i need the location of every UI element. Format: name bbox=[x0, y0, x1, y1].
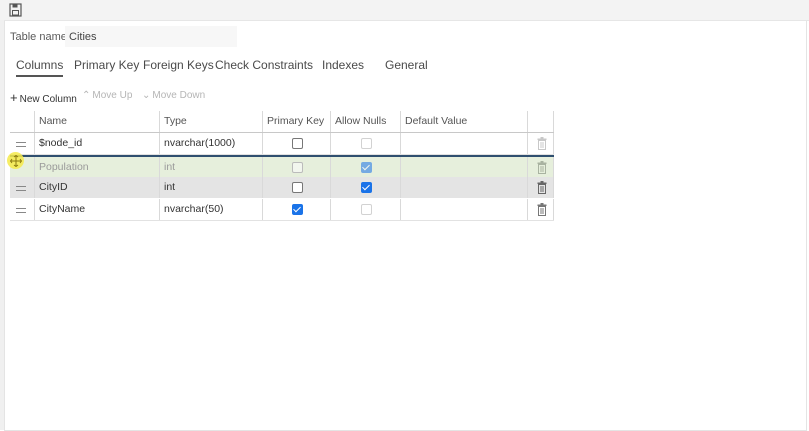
editor-toolbar bbox=[0, 0, 809, 21]
table-name-label: Table name bbox=[10, 31, 67, 43]
trash-icon[interactable] bbox=[537, 181, 547, 194]
trash-icon[interactable] bbox=[537, 203, 547, 216]
primary-key-checkbox[interactable] bbox=[292, 162, 303, 173]
column-type-cell[interactable]: nvarchar(50) bbox=[159, 199, 262, 220]
new-column-button[interactable]: + New Column bbox=[10, 90, 77, 105]
trash-icon[interactable] bbox=[537, 137, 547, 150]
table-row[interactable]: Population int bbox=[10, 155, 554, 178]
table-name-input[interactable] bbox=[65, 26, 237, 47]
trash-icon[interactable] bbox=[537, 161, 547, 174]
save-icon[interactable] bbox=[9, 3, 23, 17]
default-value-cell[interactable] bbox=[400, 133, 527, 154]
table-row[interactable]: $node_id nvarchar(1000) bbox=[10, 133, 554, 155]
column-type-cell[interactable]: nvarchar(1000) bbox=[159, 133, 262, 154]
drag-handle-icon[interactable] bbox=[16, 208, 26, 213]
column-name-cell[interactable]: CityID bbox=[34, 177, 159, 198]
allow-nulls-checkbox[interactable] bbox=[361, 162, 372, 173]
move-cursor-icon bbox=[10, 155, 22, 167]
table-row[interactable]: CityName nvarchar(50) bbox=[10, 199, 554, 221]
allow-nulls-checkbox[interactable] bbox=[361, 204, 372, 215]
header-default-value: Default Value bbox=[405, 115, 468, 127]
header-primary-key: Primary Key bbox=[267, 115, 325, 127]
table-designer-panel bbox=[4, 21, 807, 431]
column-type-cell[interactable]: int bbox=[159, 177, 262, 198]
default-value-cell[interactable] bbox=[400, 157, 527, 178]
chevron-up-icon: ⌃ bbox=[82, 90, 91, 101]
chevron-down-icon: ⌄ bbox=[142, 90, 151, 101]
tab-check-constraints[interactable]: Check Constraints bbox=[215, 58, 313, 72]
new-column-label: New Column bbox=[19, 94, 77, 105]
column-name-cell[interactable]: $node_id bbox=[34, 133, 159, 154]
columns-grid: Name Type Primary Key Allow Nulls Defaul… bbox=[10, 111, 554, 221]
column-name-cell[interactable]: CityName bbox=[34, 199, 159, 220]
drag-handle-icon[interactable] bbox=[16, 186, 26, 191]
table-row[interactable]: CityID int bbox=[10, 177, 554, 198]
plus-icon: + bbox=[10, 90, 18, 105]
move-down-button[interactable]: ⌄ Move Down bbox=[142, 90, 205, 101]
move-up-button[interactable]: ⌃ Move Up bbox=[82, 90, 132, 101]
allow-nulls-checkbox[interactable] bbox=[361, 138, 372, 149]
allow-nulls-checkbox[interactable] bbox=[361, 182, 372, 193]
tab-columns[interactable]: Columns bbox=[16, 58, 64, 77]
move-up-label: Move Up bbox=[92, 90, 133, 101]
tab-primary-key[interactable]: Primary Key bbox=[74, 58, 139, 72]
default-value-cell[interactable] bbox=[400, 199, 527, 220]
grid-header-row: Name Type Primary Key Allow Nulls Defaul… bbox=[10, 111, 554, 133]
tab-indexes[interactable]: Indexes bbox=[322, 58, 364, 72]
header-name: Name bbox=[39, 115, 68, 127]
primary-key-checkbox[interactable] bbox=[292, 182, 303, 193]
default-value-cell[interactable] bbox=[400, 177, 527, 198]
header-allow-nulls: Allow Nulls bbox=[335, 115, 387, 127]
move-down-label: Move Down bbox=[152, 90, 206, 101]
column-name-cell[interactable]: Population bbox=[34, 157, 159, 178]
drag-handle-icon[interactable] bbox=[16, 142, 26, 147]
header-type: Type bbox=[164, 115, 187, 127]
primary-key-checkbox[interactable] bbox=[292, 138, 303, 149]
primary-key-checkbox[interactable] bbox=[292, 204, 303, 215]
tab-general[interactable]: General bbox=[385, 58, 428, 72]
tab-foreign-keys[interactable]: Foreign Keys bbox=[143, 58, 214, 72]
column-type-cell[interactable]: int bbox=[159, 157, 262, 178]
